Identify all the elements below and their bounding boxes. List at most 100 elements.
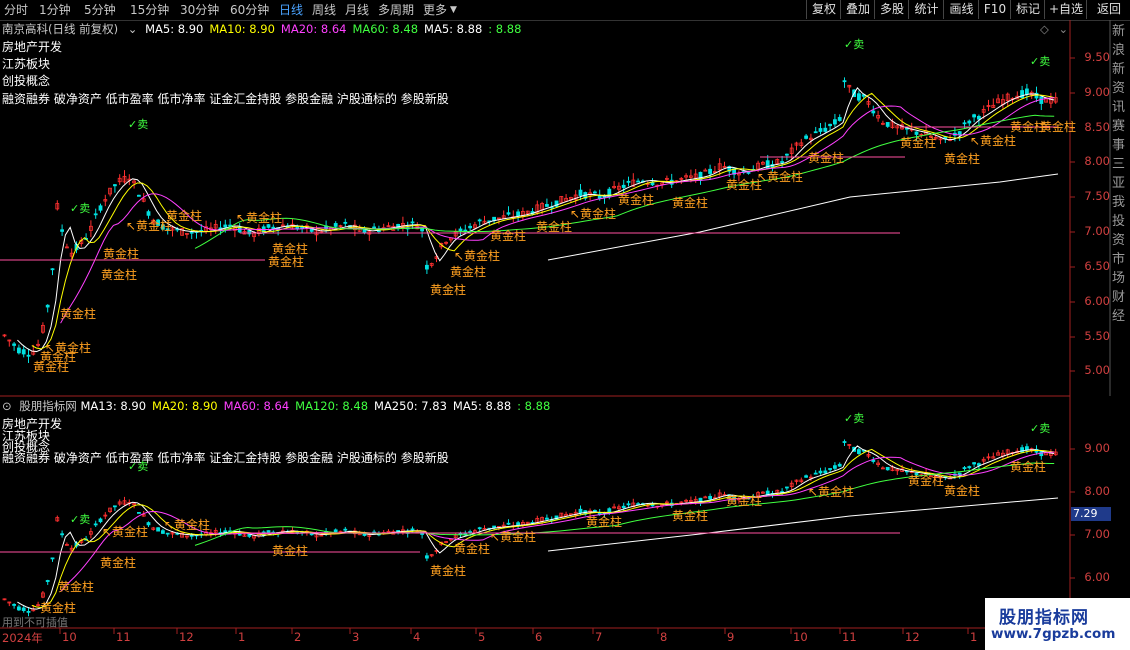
gold-bar-label: 黄金柱 (268, 254, 304, 269)
x-date-label: 3 (352, 630, 360, 644)
main-candle-body (972, 114, 976, 118)
sub-candle-body (626, 503, 631, 506)
main-candle-body (962, 122, 967, 125)
main-candle-body (21, 349, 26, 355)
sub-candle-body (113, 505, 117, 508)
main-candle-body (703, 169, 708, 172)
gold-bar-label: ↖黄金柱 (490, 529, 536, 544)
indicator-title[interactable]: 股朋指标网 (19, 399, 77, 413)
main-candle-body (708, 168, 712, 174)
gold-bar-label: 黄金柱 (166, 208, 202, 223)
sub-candle-body (837, 463, 842, 467)
main-candle-body (468, 225, 473, 229)
x-date-label: 5 (478, 630, 486, 644)
gold-bar-label: 黄金柱 (1010, 459, 1046, 474)
x-date-label: 6 (535, 630, 543, 644)
sell-signal: ✓卖 (70, 513, 90, 526)
main-candle-body (12, 343, 17, 346)
gold-bar-label: 黄金柱 (944, 483, 980, 498)
region-tag: 江苏板块 (2, 57, 51, 71)
sell-signal: ✓卖 (70, 202, 90, 215)
options-icon[interactable]: ⌄ (1059, 22, 1069, 36)
gold-bar-label: ↖黄金柱 (570, 206, 616, 221)
sub-candle-body (1025, 446, 1029, 451)
sub-candle-body (967, 466, 972, 469)
main-ma-label: MA10: 8.90 (209, 22, 275, 36)
main-y-tick: 8.50 (1084, 120, 1110, 134)
main-candle-body (146, 211, 151, 216)
main-y-tick: 9.00 (1084, 85, 1110, 99)
gold-bar-label: 黄金柱 (618, 192, 654, 207)
sub-candle-body (833, 465, 837, 469)
main-candle-body (420, 228, 425, 232)
main-candle-body (967, 120, 972, 124)
main-candle-body (343, 221, 348, 224)
gold-bar-label: 黄金柱 (944, 151, 980, 166)
main-candle-body (189, 231, 194, 234)
sub-candle-body (708, 495, 712, 500)
watermark-title: 股朋指标网 (999, 608, 1089, 628)
x-date-label: 11 (842, 630, 857, 644)
sell-signal: ✓卖 (1030, 55, 1050, 68)
gold-bar-label: 黄金柱 (454, 541, 490, 556)
main-candle-body (885, 122, 890, 127)
panel-controls: ◇ ⌄ (1040, 21, 1068, 37)
main-candle-body (813, 131, 818, 134)
gold-bar-label: ↖黄金柱 (454, 248, 500, 263)
gold-bar-label: 黄金柱 (908, 473, 944, 488)
main-candle-body (871, 110, 876, 114)
sub-ma-label: MA20: 8.90 (152, 399, 218, 413)
gold-bar-label: 黄金柱 (272, 543, 308, 558)
x-date-label: 1 (238, 630, 246, 644)
main-candle-body (621, 184, 626, 188)
sub-candle-body (857, 449, 861, 454)
sell-signal: ✓卖 (1030, 422, 1050, 435)
x-date-label: 11 (116, 630, 131, 644)
sub-candle-body (12, 604, 17, 606)
main-candle-body (650, 182, 655, 186)
main-candle-body (16, 347, 21, 354)
diamond-icon[interactable]: ◇ (1040, 22, 1049, 36)
sub-tags-line: 融资融券 破净资产 低市盈率 低市净率 证金汇金持股 参股金融 沪股通标的 参股… (2, 451, 449, 465)
gold-bar-label: 黄金柱 (60, 306, 96, 321)
sub-candle-body (45, 580, 50, 582)
sub-candle-body (545, 517, 549, 520)
sub-candle-body (60, 533, 64, 536)
sub-candle-body (650, 504, 655, 507)
x-date-label: 2024年 (2, 631, 43, 645)
sub-ma-label: : 8.88 (517, 399, 551, 413)
main-candle-body (410, 221, 415, 224)
sub-candle-body (21, 607, 26, 612)
main-ma-label: MA20: 8.64 (280, 22, 347, 36)
concept-tag: 创投概念 (2, 74, 51, 88)
sub-y-tick: 6.00 (1084, 570, 1110, 584)
x-date-label: 10 (793, 630, 808, 644)
stock-title[interactable]: 南京高科(日线 前复权) (2, 22, 118, 36)
main-y-tick: 6.00 (1084, 294, 1110, 308)
sub-y-tick: 8.00 (1084, 484, 1110, 498)
sub-candle-body (468, 531, 473, 534)
main-candle-body (833, 119, 837, 125)
x-date-label: 12 (905, 630, 920, 644)
tags-line: 融资融券 破净资产 低市盈率 低市净率 证金汇金持股 参股金融 沪股通标的 参股… (2, 92, 449, 106)
gold-bar-label: ↖黄金柱 (808, 484, 854, 499)
sub-candle-body (26, 610, 31, 613)
chevron-down-icon[interactable]: ⌄ (128, 22, 138, 36)
main-candle-body (1025, 88, 1029, 95)
sub-candle-body (266, 530, 271, 533)
main-candle-body (506, 212, 511, 215)
sub-candle-body (93, 523, 98, 526)
main-y-tick: 7.50 (1084, 189, 1110, 203)
right-info-strip[interactable]: 新浪新资讯赛事三亚我投资市场财经 (1112, 22, 1128, 392)
main-candle-body (837, 117, 842, 121)
main-y-tick: 5.00 (1084, 363, 1110, 377)
main-candle-body (26, 354, 31, 357)
sub-candle-body (223, 530, 228, 533)
gold-bar-label: 黄金柱 (101, 267, 137, 282)
gold-bar-label: 黄金柱 (808, 150, 844, 165)
sub-candle-body (972, 462, 976, 465)
gold-bar-label: ↖黄金柱 (102, 524, 148, 539)
sub-candle-body (50, 557, 55, 560)
main-ma-label: MA5: 8.88 (424, 22, 483, 36)
gold-bar-label: ↖黄金柱 (757, 169, 803, 184)
